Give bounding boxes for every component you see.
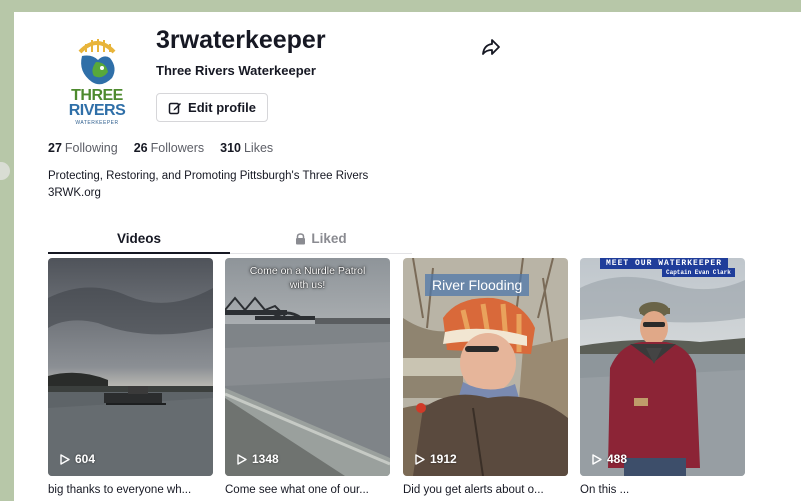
share-arrow-icon[interactable] [480, 36, 502, 58]
view-count-value: 1912 [430, 452, 457, 466]
video-overlay-text: River Flooding [425, 274, 530, 296]
view-count: 1912 [415, 452, 457, 466]
video-card[interactable]: River Flooding 1912 Did you get alerts a… [403, 258, 568, 496]
profile-username: 3rwaterkeeper [156, 26, 326, 54]
video-overlay-subtext: Captain Evan Clark [662, 268, 735, 277]
edit-icon [168, 102, 182, 114]
logo-subtitle: WATERKEEPER [75, 120, 119, 126]
video-thumbnail[interactable]: Come on a Nurdle Patrol with us! 1348 [225, 258, 390, 476]
video-card[interactable]: 604 big thanks to everyone wh... [48, 258, 213, 496]
profile-display-name: Three Rivers Waterkeeper [156, 63, 316, 78]
logo-line-1: THREE [71, 87, 123, 104]
bio-link[interactable]: 3RWK.org [48, 185, 368, 202]
video-card[interactable]: Come on a Nurdle Patrol with us! 1348 Co… [225, 258, 390, 496]
lock-icon [296, 232, 306, 244]
following-label: Following [64, 141, 118, 155]
tab-videos-label: Videos [116, 231, 162, 246]
view-count-value: 488 [607, 452, 628, 466]
followers-count: 26 [133, 141, 148, 155]
logo-line-2: RIVERS [68, 102, 126, 119]
likes-stat: 310 Likes [220, 141, 273, 155]
tab-videos[interactable]: Videos [48, 224, 230, 254]
tab-liked[interactable]: Liked [230, 224, 412, 253]
following-stat[interactable]: 27 Following [48, 141, 118, 155]
followers-label: Followers [150, 141, 205, 155]
play-icon [592, 453, 602, 465]
waterkeeper-logo-icon [78, 39, 116, 85]
logo-text: THREE RIVERS [58, 87, 136, 119]
play-icon [60, 453, 70, 465]
profile-bio: Protecting, Restoring, and Promoting Pit… [48, 168, 368, 202]
following-count: 27 [48, 141, 62, 155]
play-icon [415, 453, 425, 465]
video-caption[interactable]: Come see what one of our... [225, 484, 390, 496]
video-thumbnail-image [580, 258, 745, 476]
edit-profile-label: Edit profile [188, 100, 256, 115]
profile-avatar[interactable]: THREE RIVERS WATERKEEPER [58, 32, 136, 128]
play-icon [237, 453, 247, 465]
bio-text: Protecting, Restoring, and Promoting Pit… [48, 170, 369, 182]
video-caption[interactable]: On this ... [580, 484, 745, 496]
video-caption[interactable]: Did you get alerts about o... [403, 484, 568, 496]
video-thumbnail[interactable]: MEET OUR WATERKEEPER Captain Evan Clark … [580, 258, 745, 476]
profile-stats: 27 Following 26 Followers 310 Likes [48, 141, 273, 155]
video-thumbnail[interactable]: River Flooding 1912 [403, 258, 568, 476]
video-caption[interactable]: big thanks to everyone wh... [48, 484, 213, 496]
likes-label: Likes [243, 141, 274, 155]
view-count: 1348 [237, 452, 279, 466]
likes-count: 310 [220, 141, 241, 155]
profile-tabs: Videos Liked [48, 224, 412, 254]
video-card[interactable]: MEET OUR WATERKEEPER Captain Evan Clark … [580, 258, 745, 496]
view-count-value: 604 [75, 452, 96, 466]
followers-stat[interactable]: 26 Followers [134, 141, 204, 155]
edit-profile-button[interactable]: Edit profile [156, 93, 268, 122]
video-thumbnail[interactable]: 604 [48, 258, 213, 476]
side-scroll-handle [0, 162, 10, 180]
view-count-value: 1348 [252, 452, 279, 466]
video-thumbnail-image [48, 258, 213, 476]
profile-page: THREE RIVERS WATERKEEPER 3rwaterkeeper T… [14, 12, 801, 501]
view-count: 604 [60, 452, 95, 466]
video-overlay-text: Come on a Nurdle Patrol with us! [249, 265, 366, 291]
tab-liked-label: Liked [311, 231, 347, 246]
view-count: 488 [592, 452, 627, 466]
